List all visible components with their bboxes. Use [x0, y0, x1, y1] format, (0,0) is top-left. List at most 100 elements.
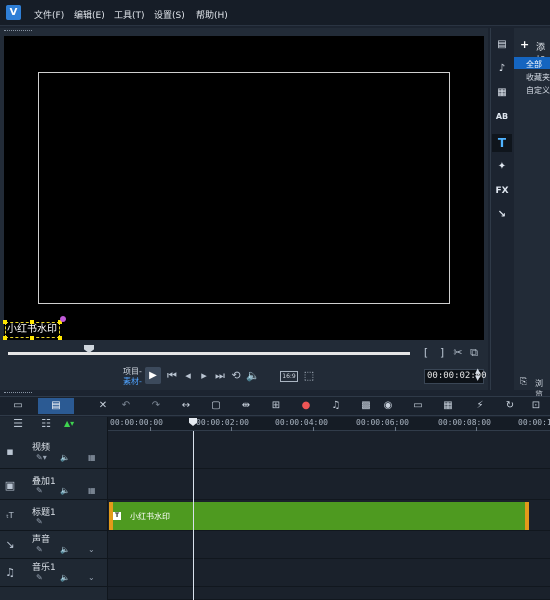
multi-camera-icon[interactable]: ▩ [358, 399, 374, 413]
timecode-spinner-icon[interactable]: ▲ ▼ [475, 368, 480, 382]
go-to-start-icon[interactable]: ⏮ [166, 370, 178, 382]
mark-out-icon[interactable]: ] [436, 347, 448, 359]
ruler-label: 00:00:02:00 [196, 418, 249, 427]
menu-settings[interactable]: 设置(S) [154, 8, 185, 21]
undo-icon[interactable]: ↶ [118, 399, 134, 413]
track-name-music[interactable]: 音乐1 [32, 560, 56, 573]
track-header-empty [0, 587, 108, 600]
fit-project-icon[interactable]: ↔ [178, 399, 194, 413]
repeat-icon[interactable]: ⟲ [230, 370, 242, 382]
track-header-video [0, 431, 108, 469]
track-mute-icon[interactable]: 🔈 [60, 486, 70, 495]
track-row-music[interactable] [108, 559, 550, 587]
track-name-voice[interactable]: 声音 [32, 532, 50, 545]
track-name-video[interactable]: 视频 [32, 440, 50, 453]
crop-icon[interactable]: ⬚ [302, 370, 316, 382]
rotate-handle-icon[interactable] [60, 316, 66, 322]
library-item-favorites[interactable]: 收藏夹 [526, 72, 550, 83]
menu-tools[interactable]: 工具(T) [114, 8, 145, 21]
resize-icon[interactable]: ⧉ [468, 347, 480, 359]
library-item-custom[interactable]: 自定义 [526, 85, 550, 96]
voice-track-icon: ↘ [5, 538, 15, 551]
recording-capture-icon[interactable]: ▢ [208, 399, 224, 413]
ruler-label: 00:00:08:00 [438, 418, 491, 427]
track-ripple-icon[interactable]: ▦ [88, 453, 96, 462]
watermark-text: 小红书水印 [7, 324, 57, 335]
toolbox-icon[interactable]: ✕ [95, 399, 111, 413]
mask-creator-icon[interactable]: ⊞ [268, 399, 284, 413]
media-tab-icon[interactable]: ▤ [492, 36, 512, 54]
menu-help[interactable]: 帮助(H) [196, 8, 228, 21]
instant-project-tab-icon[interactable]: ♪ [492, 60, 512, 78]
track-enable-icon[interactable]: ✎ [36, 517, 43, 526]
mark-in-icon[interactable]: [ [420, 347, 432, 359]
track-options-icon[interactable]: ☷ [40, 418, 52, 430]
filter-fx-tab-icon[interactable]: FX [492, 182, 512, 200]
track-row-video[interactable] [108, 431, 550, 469]
app-logo-icon[interactable]: V [6, 5, 21, 20]
video-track-icon: ▪ [6, 445, 14, 458]
title-safe-frame [38, 72, 450, 304]
graphics-tab-icon[interactable]: ✦ [492, 158, 512, 176]
track-row-empty [108, 587, 550, 600]
music-track-icon: ♫ [5, 566, 15, 579]
3d-title-icon[interactable]: ◉ [380, 399, 396, 413]
track-mute-icon[interactable]: 🔈 [60, 545, 70, 554]
previous-frame-icon[interactable]: ◂ [182, 370, 194, 382]
ruler-label: 00:00:06:00 [356, 418, 409, 427]
mode-clip-label[interactable]: 素材- [123, 376, 142, 387]
ruler-label: 00:00:04:00 [275, 418, 328, 427]
go-to-end-icon[interactable]: ⏭ [214, 370, 226, 382]
track-enable-icon[interactable]: ✎ [36, 486, 43, 495]
add-icon[interactable]: + [520, 38, 529, 51]
speed-remap-icon[interactable]: ⚡ [472, 399, 488, 413]
redo-icon[interactable]: ↷ [148, 399, 164, 413]
fit-window-icon[interactable]: ⊡ [528, 399, 544, 413]
track-row-voice[interactable] [108, 531, 550, 559]
transition-tab-icon[interactable]: ▦ [492, 84, 512, 102]
library-item-all[interactable]: 全部 [526, 59, 542, 70]
aspect-ratio-icon[interactable]: 16:9 [280, 371, 298, 382]
split-screen-icon[interactable]: ⇹ [238, 399, 254, 413]
next-frame-icon[interactable]: ▸ [198, 370, 210, 382]
menu-file[interactable]: 文件(F) [34, 8, 64, 21]
motion-path-tab-icon[interactable]: ↘ [492, 206, 512, 224]
overlay-track-icon: ▣ [4, 479, 16, 492]
track-row-overlay[interactable] [108, 469, 550, 500]
timeline-grip[interactable] [4, 392, 32, 395]
track-mute-icon[interactable]: 🔈 [60, 453, 70, 462]
timeline-view-icon[interactable]: ▤ [38, 398, 74, 414]
track-expand-icon[interactable]: ⌄ [88, 545, 95, 554]
split-scissors-icon[interactable]: ✂ [452, 347, 464, 359]
track-enable-icon[interactable]: ✎▾ [36, 453, 47, 462]
storyboard-view-icon[interactable]: ▭ [10, 399, 26, 413]
menu-edit[interactable]: 编辑(E) [74, 8, 105, 21]
watermark-title-overlay[interactable]: 小红书水印 [3, 320, 62, 340]
title-template-tab-icon[interactable]: AB [492, 108, 512, 126]
track-enable-icon[interactable]: ✎ [36, 573, 43, 582]
timeline-playhead[interactable] [193, 431, 194, 600]
track-mute-icon[interactable]: 🔈 [60, 573, 70, 582]
subtitle-editor-icon[interactable]: ▭ [410, 399, 426, 413]
title-tab-icon[interactable]: T [492, 134, 512, 152]
title-clip-label: 小红书水印 [130, 512, 170, 521]
sound-mixer-icon[interactable]: ♫ [328, 399, 344, 413]
title-clip[interactable] [109, 502, 529, 530]
ruler-label: 00:00:00:00 [110, 418, 163, 427]
track-manager-icon[interactable]: ▦ [440, 399, 456, 413]
loop-icon[interactable]: ↻ [502, 399, 518, 413]
play-button[interactable]: ▶ [145, 367, 161, 384]
track-list-icon[interactable]: ☰ [12, 418, 24, 430]
preview-scrub-bar[interactable] [8, 352, 410, 355]
panel-grip[interactable] [4, 30, 32, 33]
track-expand-icon[interactable]: ⌄ [88, 573, 95, 582]
browse-icon[interactable]: ⎘ [520, 377, 527, 387]
title-clip-icon: T [113, 512, 121, 520]
ruler-label: 00:00:10: [518, 418, 550, 427]
track-ripple-icon[interactable]: ▦ [88, 486, 96, 495]
track-enable-icon[interactable]: ✎ [36, 545, 43, 554]
title-track-icon: ₜT [6, 511, 14, 520]
volume-icon[interactable]: 🔈 [246, 370, 260, 382]
ripple-edit-icon[interactable]: ▲▾ [64, 419, 74, 428]
motion-tracking-icon[interactable]: ● [298, 399, 314, 413]
